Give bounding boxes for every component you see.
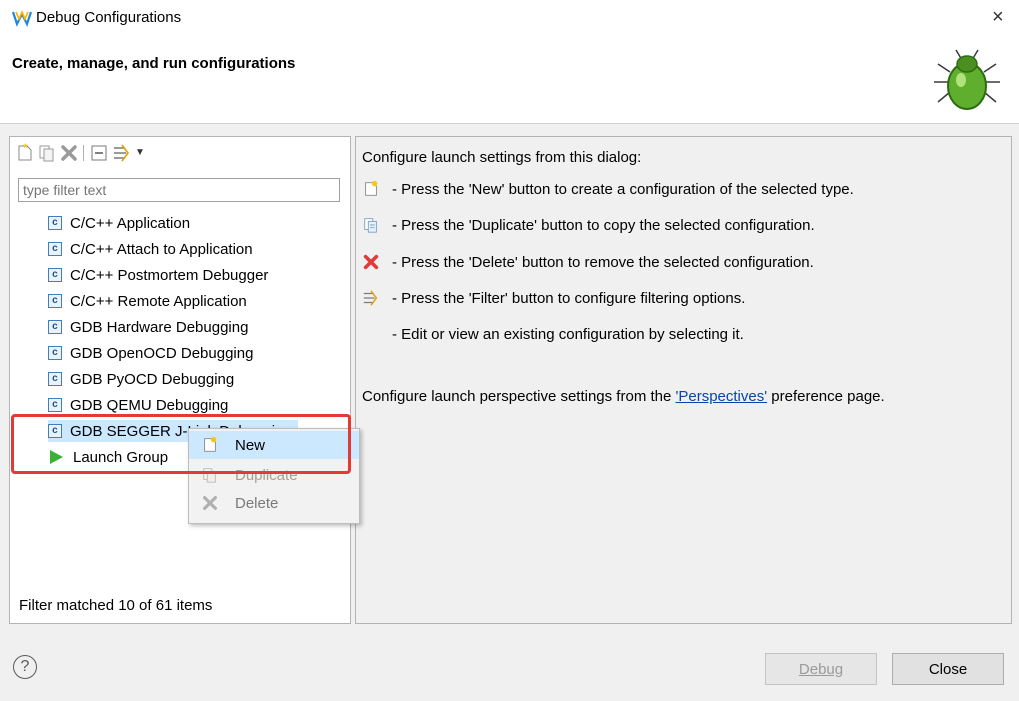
info-line-filter: - Press the 'Filter' button to configure… — [392, 290, 746, 307]
perspectives-prefix: Configure launch perspective settings fr… — [362, 388, 676, 405]
tree-item-label: GDB OpenOCD Debugging — [70, 344, 254, 362]
duplicate-config-icon[interactable] — [37, 143, 57, 163]
debug-bug-icon — [934, 49, 1000, 110]
tree-item-label: GDB QEMU Debugging — [70, 396, 229, 414]
delete-config-icon[interactable] — [59, 143, 79, 163]
tree-item-label: C/C++ Remote Application — [70, 292, 247, 310]
c-config-icon: c — [48, 320, 62, 334]
perspectives-line: Configure launch perspective settings fr… — [362, 388, 885, 405]
tree-item-label: C/C++ Application — [70, 214, 191, 232]
header-title: Create, manage, and run configurations — [12, 55, 296, 72]
c-config-icon: c — [48, 398, 62, 412]
perspectives-suffix: preference page. — [767, 388, 885, 405]
tree-item[interactable]: c C/C++ Remote Application — [48, 290, 247, 312]
tree-item[interactable]: c GDB Hardware Debugging — [48, 316, 248, 338]
menu-item-label: Delete — [235, 494, 279, 512]
debug-button[interactable]: Debug — [765, 653, 877, 685]
c-config-icon: c — [48, 216, 62, 230]
filter-status-text: Filter matched 10 of 61 items — [19, 597, 213, 614]
c-config-icon: c — [48, 372, 62, 386]
info-line-edit: - Edit or view an existing configuration… — [392, 326, 744, 343]
dialog-header — [0, 38, 1019, 123]
filter-icon — [363, 290, 378, 306]
close-button[interactable]: Close — [892, 653, 1004, 685]
window-title: Debug Configurations — [36, 9, 182, 26]
delete-icon — [363, 254, 379, 270]
c-config-icon: c — [48, 294, 62, 308]
tree-item[interactable]: c C/C++ Postmortem Debugger — [48, 264, 268, 286]
new-icon — [365, 180, 378, 196]
delete-icon — [203, 496, 217, 510]
highlight-box — [11, 414, 351, 474]
info-line-duplicate: - Press the 'Duplicate' button to copy t… — [392, 217, 815, 234]
tree-item[interactable]: c GDB QEMU Debugging — [48, 394, 228, 416]
collapse-all-icon[interactable] — [89, 143, 109, 163]
duplicate-icon — [364, 218, 377, 233]
tree-item-label: C/C++ Attach to Application — [70, 240, 253, 258]
new-config-icon[interactable] — [15, 143, 35, 163]
tree-item[interactable]: c GDB OpenOCD Debugging — [48, 342, 253, 364]
c-config-icon: c — [48, 242, 62, 256]
menu-item-delete[interactable]: Delete — [189, 489, 359, 517]
help-button[interactable]: ? — [13, 655, 37, 679]
c-config-icon: c — [48, 346, 62, 360]
perspectives-link[interactable]: 'Perspectives' — [676, 388, 768, 405]
tree-item[interactable]: c C/C++ Attach to Application — [48, 238, 253, 260]
tree-item-label: GDB PyOCD Debugging — [70, 370, 235, 388]
info-intro: Configure launch settings from this dial… — [362, 149, 642, 166]
tree-item[interactable]: c C/C++ Application — [48, 212, 190, 234]
info-line-new: - Press the 'New' button to create a con… — [392, 181, 854, 198]
window-close-button[interactable]: × — [992, 6, 1004, 29]
toolbar-separator — [83, 145, 84, 161]
c-config-icon: c — [48, 268, 62, 282]
filter-icon[interactable] — [111, 143, 131, 163]
app-logo-icon — [12, 10, 32, 27]
debug-button-label: Debug — [798, 660, 844, 678]
tree-item[interactable]: c GDB PyOCD Debugging — [48, 368, 234, 390]
info-panel — [355, 136, 1012, 624]
filter-input[interactable] — [18, 178, 340, 202]
tree-item-label: C/C++ Postmortem Debugger — [70, 266, 269, 284]
filter-dropdown-icon[interactable]: ▼ — [135, 147, 145, 158]
tree-item-label: GDB Hardware Debugging — [70, 318, 249, 336]
info-line-delete: - Press the 'Delete' button to remove th… — [392, 254, 814, 271]
